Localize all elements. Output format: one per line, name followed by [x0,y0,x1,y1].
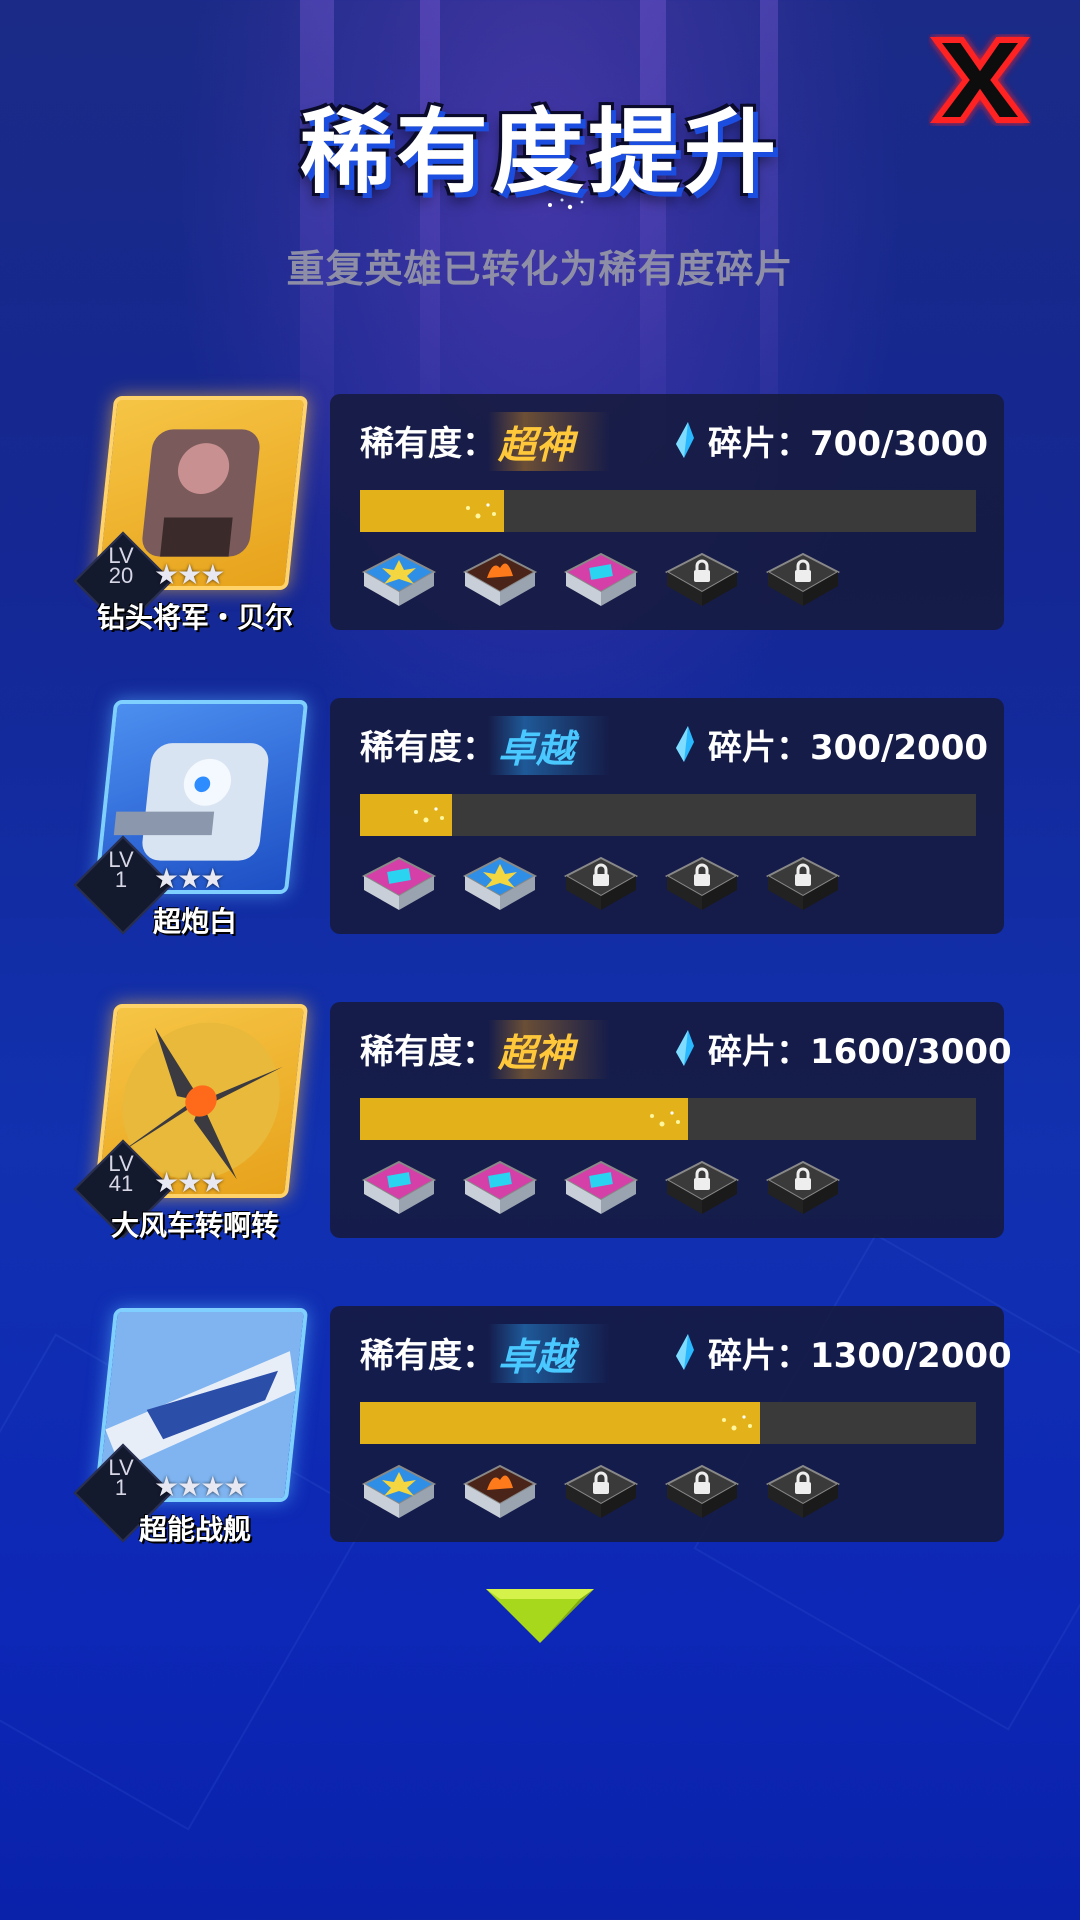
hero-name: 钻头将军・贝尔 [96,601,293,634]
progress-bar [360,490,976,532]
reward-slots [360,1156,980,1226]
level-value: 1 [114,1475,128,1500]
star-rating: ★★★ [154,558,225,591]
rarity-value: 超神 [488,412,611,471]
progress-sparkle [414,807,445,823]
progress-bar [360,1098,976,1140]
shard-crystal-icon [676,1030,694,1066]
hero-name: 大风车转啊转 [110,1209,279,1242]
level-text: LV 1 [90,1457,152,1500]
level-value: 20 [108,563,134,588]
close-button[interactable] [925,30,1035,130]
progress-sparkle [650,1111,681,1127]
rarity-value: 超神 [488,1020,611,1079]
lock-icon [562,852,640,918]
hero-row: LV 1 ★★★★ 超能战舰 稀有度： 卓越 碎片：1300/2000 [0,1306,1080,1548]
hero-row: LV 41 ★★★ 大风车转啊转 稀有度： 超神 碎片：1600/3000 [0,1002,1080,1244]
level-text: LV 41 [90,1153,152,1196]
progress-bar [360,1402,976,1444]
shard-value: 1600/3000 [810,1032,1012,1072]
lock-icon [663,548,741,614]
lock-icon [663,1460,741,1526]
level-value: 1 [114,867,128,892]
sparkle-decoration [548,198,584,210]
star-rating: ★★★ [154,1166,225,1199]
rarity-value: 卓越 [488,716,611,775]
shard-label: 碎片： [708,728,810,768]
reward-slots [360,1460,980,1530]
progress-sparkle [465,503,496,519]
pink-rune-icon [360,852,438,918]
lock-icon [562,1460,640,1526]
fire-tank-icon [461,1460,539,1526]
progress-fill [360,1402,761,1444]
rarity-value: 卓越 [488,1324,611,1383]
star-rating: ★★★ [154,862,225,895]
rarity-panel: 稀有度： 超神 碎片：700/3000 [330,394,1004,630]
progress-bar [360,794,976,836]
fire-tank-icon [461,548,539,614]
rarity-label: 稀有度： [360,728,496,768]
blue-burst-icon [461,852,539,918]
shard-value: 700/3000 [810,424,989,464]
shard-value: 1300/2000 [810,1336,1012,1376]
pink-rune-icon [461,1156,539,1222]
pink-rune-icon [562,548,640,614]
rarity-label: 稀有度： [360,1336,496,1376]
rarity-panel: 稀有度： 超神 碎片：1600/3000 [330,1002,1012,1238]
rarity-label: 稀有度： [360,424,496,464]
rarity-panel: 稀有度： 卓越 碎片：1300/2000 [330,1306,1012,1542]
shard-crystal-icon [676,726,694,762]
shard-label: 碎片： [708,424,810,464]
hero-row: LV 1 ★★★ 超炮白 稀有度： 卓越 碎片：300/2000 [0,698,1080,940]
blue-burst-icon [360,1460,438,1526]
shard-count: 碎片：1300/2000 [708,1328,1012,1377]
chevron-down-icon[interactable] [482,1585,598,1647]
lock-icon [663,852,741,918]
shard-label: 碎片： [708,1032,810,1072]
shard-crystal-icon [676,1334,694,1370]
page-subtitle: 重复英雄已转化为稀有度碎片 [286,247,794,291]
lock-icon [663,1156,741,1222]
level-value: 41 [108,1171,134,1196]
reward-slots [360,852,980,922]
hero-name: 超能战舰 [138,1513,251,1546]
level-text: LV 20 [90,545,152,588]
blue-burst-icon [360,548,438,614]
shard-count: 碎片：1600/3000 [708,1024,1012,1073]
pink-rune-icon [360,1156,438,1222]
lock-icon [764,1460,842,1526]
rarity-panel: 稀有度： 卓越 碎片：300/2000 [330,698,1004,934]
shard-crystal-icon [676,422,694,458]
progress-sparkle [722,1415,753,1431]
lock-icon [764,852,842,918]
shard-count: 碎片：300/2000 [708,720,988,769]
shard-value: 300/2000 [810,728,989,768]
shard-count: 碎片：700/3000 [708,416,988,465]
pink-rune-icon [562,1156,640,1222]
rarity-label: 稀有度： [360,1032,496,1072]
progress-fill [360,1098,689,1140]
close-x-icon [930,37,1030,123]
page-title: 稀有度提升 [299,99,780,206]
reward-slots [360,548,980,618]
lock-icon [764,1156,842,1222]
hero-name: 超炮白 [152,905,237,938]
hero-row: LV 20 ★★★ 钻头将军・贝尔 稀有度： 超神 碎片：700/3000 [0,394,1080,636]
star-rating: ★★★★ [154,1470,248,1503]
shard-label: 碎片： [708,1336,810,1376]
level-text: LV 1 [90,849,152,892]
lock-icon [764,548,842,614]
